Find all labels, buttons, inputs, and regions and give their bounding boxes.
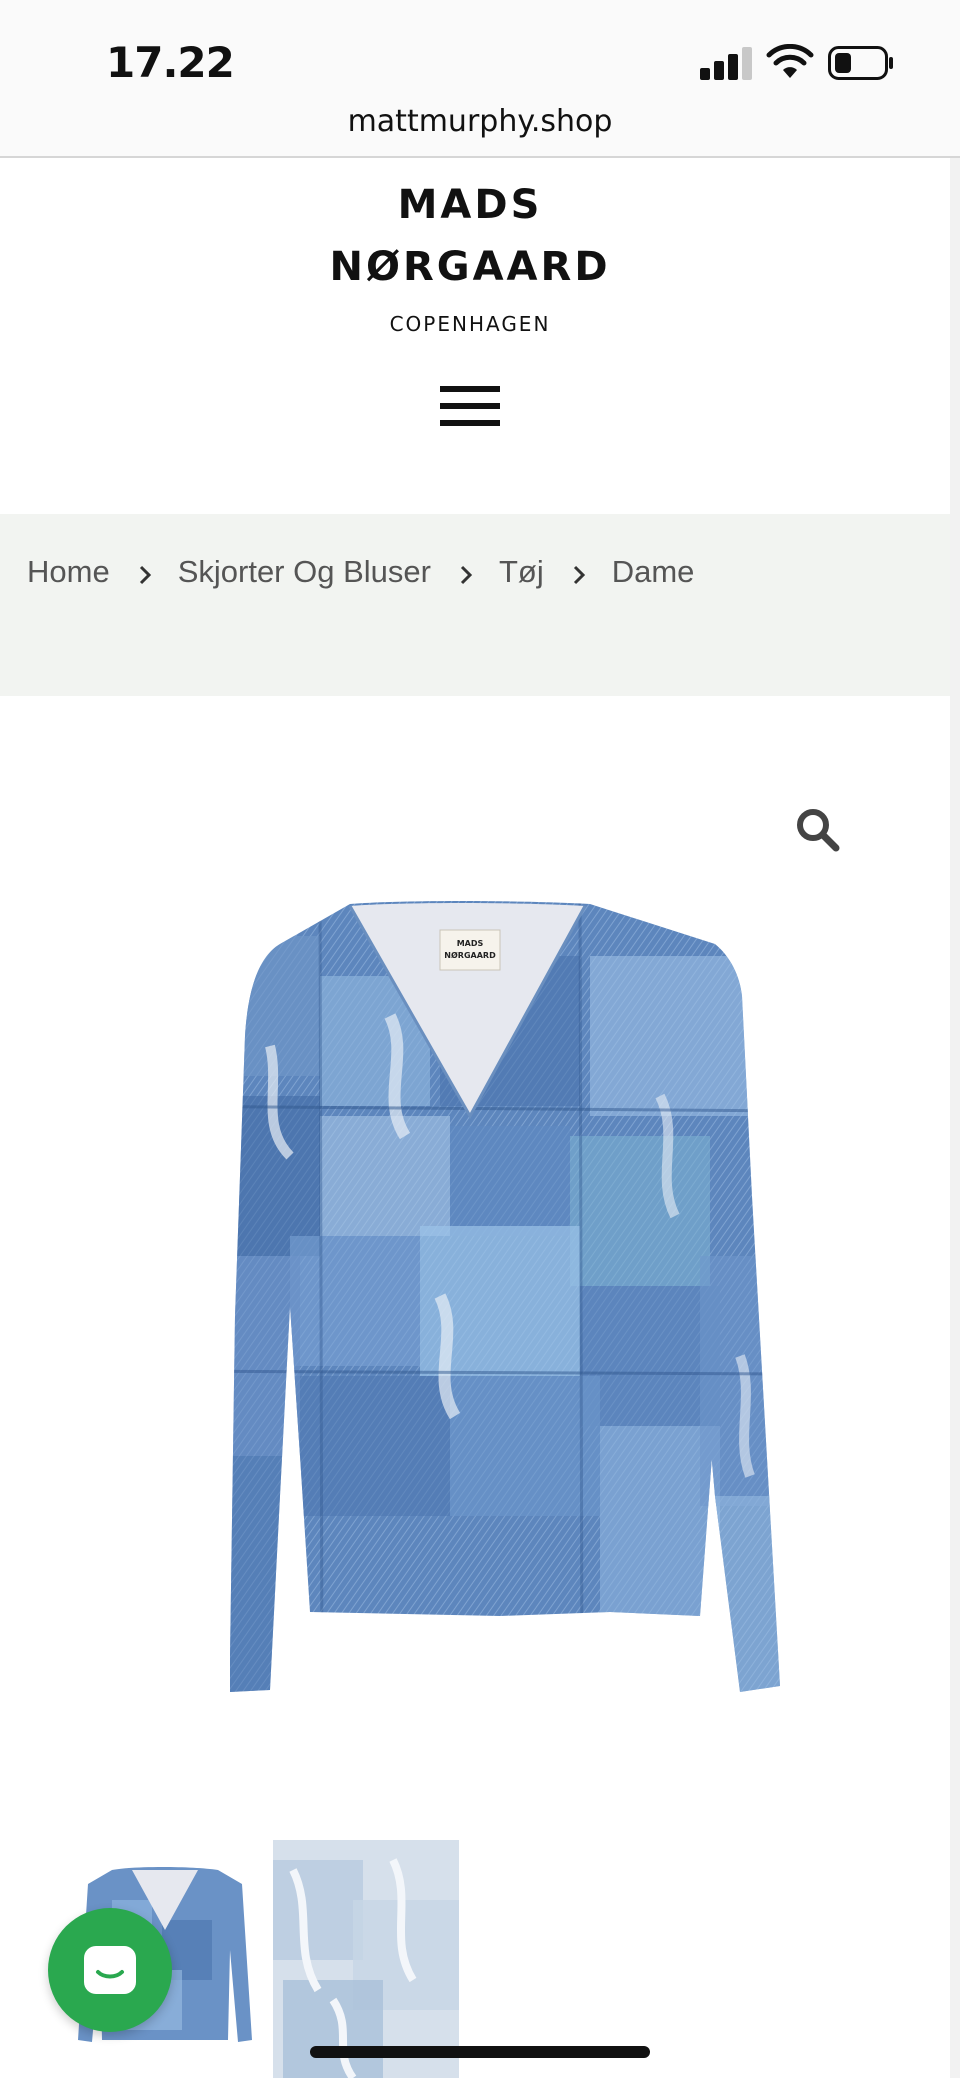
- battery-icon: [828, 46, 893, 80]
- url-text: mattmurphy.shop: [347, 104, 613, 139]
- home-indicator[interactable]: [310, 2046, 650, 2058]
- cellular-signal-icon: [700, 46, 752, 80]
- status-time: 17.22: [106, 38, 235, 87]
- breadcrumb-band: Home Skjorter Og Bluser Tøj Dame: [0, 514, 950, 696]
- product-image[interactable]: MADS NØRGAARD: [140, 896, 800, 1696]
- tag-line-1: MADS: [457, 939, 484, 948]
- logo-line-2[interactable]: NØRGAARD: [0, 244, 940, 290]
- status-bar: 17.22: [0, 0, 960, 100]
- scrollbar-track: [950, 158, 960, 2078]
- breadcrumb-home[interactable]: Home: [27, 554, 110, 590]
- chat-launcher-button[interactable]: [48, 1908, 172, 2032]
- logo-line-1[interactable]: MADS: [0, 182, 940, 228]
- address-bar[interactable]: mattmurphy.shop: [0, 100, 960, 158]
- search-icon[interactable]: [794, 806, 840, 852]
- chevron-right-icon: [139, 565, 151, 585]
- chevron-right-icon: [573, 565, 585, 585]
- breadcrumb: Home Skjorter Og Bluser Tøj Dame: [27, 554, 694, 590]
- wifi-icon: [766, 44, 814, 78]
- chevron-right-icon: [460, 565, 473, 585]
- chat-bubble-icon: [84, 1946, 136, 1994]
- hamburger-menu-icon[interactable]: [440, 386, 500, 426]
- breadcrumb-skjorter-og-bluser[interactable]: Skjorter Og Bluser: [178, 554, 431, 590]
- breadcrumb-toj[interactable]: Tøj: [499, 554, 544, 590]
- logo-line-3[interactable]: COPENHAGEN: [0, 312, 940, 336]
- tag-line-2: NØRGAARD: [444, 950, 496, 960]
- thumbnail-detail[interactable]: [273, 1840, 459, 2078]
- breadcrumb-dame[interactable]: Dame: [612, 554, 695, 590]
